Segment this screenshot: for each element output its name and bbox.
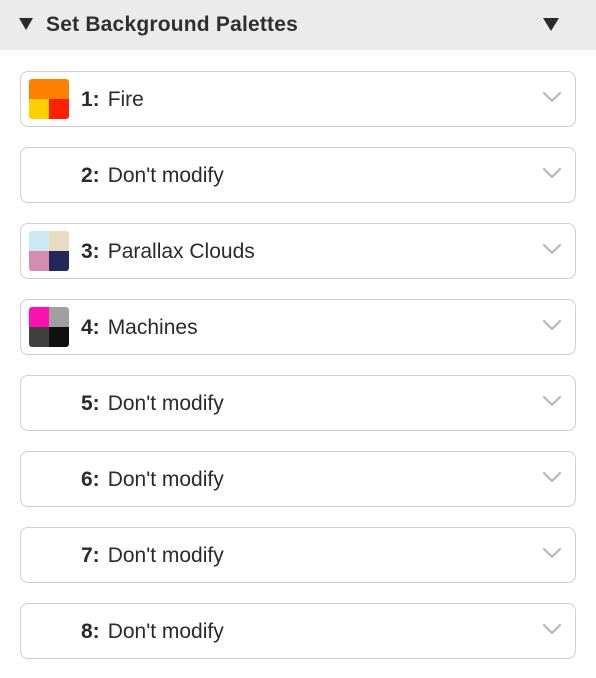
- palette-select-7[interactable]: 7: Don't modify: [20, 527, 576, 583]
- palette-label: 3: Parallax Clouds: [81, 240, 255, 264]
- swatch-cell: [29, 99, 49, 119]
- palette-select-2[interactable]: 2: Don't modify: [20, 147, 576, 203]
- swatch-cell: [29, 327, 49, 347]
- palette-number: 2:: [81, 164, 100, 187]
- palette-name: Don't modify: [107, 544, 224, 567]
- chevron-down-icon: [543, 91, 561, 103]
- palette-name: Don't modify: [107, 392, 224, 415]
- palette-name: Machines: [107, 316, 198, 339]
- chevron-down-icon: [543, 167, 561, 179]
- palette-number: 1:: [81, 88, 100, 111]
- palette-label: 2: Don't modify: [81, 164, 224, 188]
- chevron-down-icon: [543, 243, 561, 255]
- palette-select-1[interactable]: 1: Fire: [20, 71, 576, 127]
- palette-select-3[interactable]: 3: Parallax Clouds: [20, 223, 576, 279]
- palette-label: 4: Machines: [81, 316, 198, 340]
- palette-number: 3:: [81, 240, 100, 263]
- chevron-down-icon: [543, 623, 561, 635]
- panel-header[interactable]: Set Background Palettes: [0, 0, 596, 50]
- swatch-cell: [49, 327, 69, 347]
- swatch-cell: [49, 251, 69, 271]
- palette-label: 7: Don't modify: [81, 544, 224, 568]
- palette-number: 6:: [81, 468, 100, 491]
- swatch-cell: [29, 251, 49, 271]
- palette-label: 6: Don't modify: [81, 468, 224, 492]
- palette-label: 1: Fire: [81, 88, 144, 112]
- swatch-cell: [49, 79, 69, 99]
- palette-name: Parallax Clouds: [107, 240, 255, 263]
- palette-number: 4:: [81, 316, 100, 339]
- disclosure-triangle-icon[interactable]: [19, 18, 33, 30]
- swatch-cell: [29, 231, 49, 251]
- palette-swatch: [29, 307, 69, 347]
- chevron-down-icon: [543, 471, 561, 483]
- chevron-down-icon: [543, 547, 561, 559]
- palette-name: Don't modify: [107, 468, 224, 491]
- palette-select-4[interactable]: 4: Machines: [20, 299, 576, 355]
- palette-number: 8:: [81, 620, 100, 643]
- palette-number: 7:: [81, 544, 100, 567]
- chevron-down-icon: [543, 395, 561, 407]
- palette-label: 5: Don't modify: [81, 392, 224, 416]
- palette-select-8[interactable]: 8: Don't modify: [20, 603, 576, 659]
- swatch-cell: [29, 307, 49, 327]
- palette-swatch: [29, 79, 69, 119]
- palette-name: Don't modify: [107, 620, 224, 643]
- menu-triangle-icon[interactable]: [543, 18, 559, 31]
- swatch-cell: [49, 231, 69, 251]
- palette-label: 8: Don't modify: [81, 620, 224, 644]
- swatch-cell: [49, 99, 69, 119]
- palette-name: Don't modify: [107, 164, 224, 187]
- chevron-down-icon: [543, 319, 561, 331]
- swatch-cell: [49, 307, 69, 327]
- palette-number: 5:: [81, 392, 100, 415]
- palette-name: Fire: [107, 88, 144, 111]
- palette-swatch: [29, 231, 69, 271]
- palette-select-5[interactable]: 5: Don't modify: [20, 375, 576, 431]
- swatch-cell: [29, 79, 49, 99]
- palette-select-6[interactable]: 6: Don't modify: [20, 451, 576, 507]
- panel-title: Set Background Palettes: [46, 13, 299, 36]
